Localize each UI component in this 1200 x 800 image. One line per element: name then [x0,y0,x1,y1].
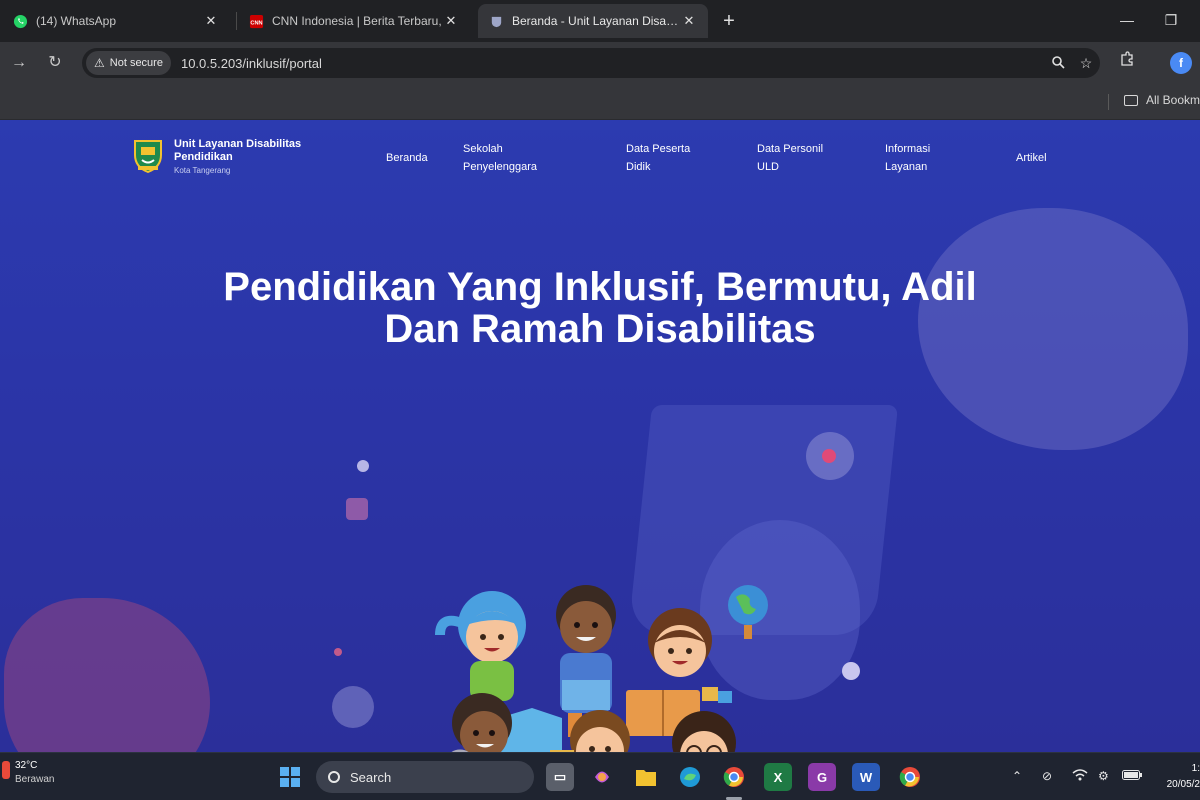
copilot-icon[interactable] [588,763,616,791]
extensions-icon[interactable] [1114,50,1140,76]
nav-sekolah-penyelenggara[interactable]: Sekolah Penyelenggara [463,140,563,176]
network-off-icon[interactable]: ⊘ [1042,769,1052,783]
edge-icon[interactable] [676,763,704,791]
children-reading-illustration [435,585,768,752]
system-clock[interactable]: 1: 20/05/2 [1156,761,1200,793]
tab-divider [236,12,237,30]
forward-icon[interactable]: → [6,50,32,76]
whatsapp-icon [12,13,28,29]
app-g-icon[interactable]: G [808,763,836,791]
temperature: 32°C [15,760,38,771]
url-text[interactable]: 10.0.5.203/inklusif/portal [181,56,1044,71]
taskbar-search[interactable]: Search [316,761,534,793]
all-bookmarks-button[interactable]: All Bookm [1124,93,1200,107]
city-emblem-icon [134,140,162,174]
decorative-dot [357,460,369,472]
show-hidden-icons[interactable]: ⌃ [1012,769,1022,783]
excel-icon[interactable]: X [764,763,792,791]
browser-tab-strip: (14) WhatsApp ✕ CNN CNN Indonesia | Beri… [0,0,1200,42]
bookmark-star-icon[interactable]: ☆ [1072,55,1100,72]
word-icon[interactable]: W [852,763,880,791]
chrome-profile-icon[interactable] [896,763,924,791]
tab-close-icon[interactable]: ✕ [202,13,220,29]
weather-icon [2,761,10,779]
tab-close-icon[interactable]: ✕ [442,13,460,29]
tab-title: CNN Indonesia | Berita Terbaru, [272,14,442,28]
hero-line-2: Dan Ramah Disabilitas [384,307,816,351]
nav-data-peserta-didik[interactable]: Data Peserta Didik [626,140,706,176]
bookmarks-divider [1108,94,1109,110]
target-icon [822,449,836,463]
decorative-blob [4,598,210,752]
logo-title: Unit Layanan Disabilitas Pendidikan [174,138,302,163]
chrome-icon[interactable] [720,763,748,791]
nav-data-personil-uld[interactable]: Data Personil ULD [757,140,833,176]
search-label: Search [350,769,392,785]
wifi-icon[interactable] [1072,769,1088,784]
task-view-icon[interactable]: ▭ [546,763,574,791]
tab-beranda[interactable]: Beranda - Unit Layanan Disabilit ✕ [478,4,708,38]
hero-heading: Pendidikan Yang Inklusif, Bermutu, Adil … [120,266,1080,350]
decorative-dot [842,662,860,680]
weather-condition: Berawan [15,774,55,785]
file-explorer-icon[interactable] [632,763,660,791]
tab-title: (14) WhatsApp [36,14,117,28]
weather-widget[interactable]: 32°C Berawan [2,759,54,787]
profile-avatar[interactable]: f [1170,52,1192,74]
folder-icon [1124,94,1138,106]
bookmarks-bar: All Bookm [0,84,1200,120]
restore-icon[interactable]: ❐ [1156,6,1186,34]
logo-subtitle: Kota Tangerang [174,166,231,175]
clock-time: 1: [1191,763,1200,774]
decorative-square [346,498,368,520]
zoom-icon[interactable] [1044,55,1072,72]
clock-date: 20/05/2 [1166,779,1200,790]
svg-text:CNN: CNN [250,20,262,26]
security-indicator[interactable]: ⚠ Not secure [86,51,171,75]
battery-icon[interactable] [1122,769,1142,783]
search-icon [328,771,340,783]
security-label: Not secure [109,57,163,69]
nav-informasi-layanan[interactable]: Informasi Layanan [885,140,947,176]
site-favicon-icon [488,13,504,29]
new-tab-button[interactable]: + [716,8,742,34]
hero-line-1: Pendidikan Yang Inklusif, Bermutu, Adil [223,265,977,309]
web-page: Unit Layanan Disabilitas Pendidikan Kota… [0,120,1200,752]
nav-beranda[interactable]: Beranda [386,149,428,167]
browser-toolbar: → ↻ ⚠ Not secure 10.0.5.203/inklusif/por… [0,42,1200,84]
start-icon[interactable] [276,763,304,791]
all-bookmarks-label: All Bookm [1146,93,1200,107]
decorative-circle [332,686,374,728]
minimize-icon[interactable]: — [1112,6,1142,34]
nav-artikel[interactable]: Artikel [1016,149,1047,167]
site-logo[interactable]: Unit Layanan Disabilitas Pendidikan Kota… [132,138,324,175]
reload-icon[interactable]: ↻ [42,50,68,76]
windows-taskbar: 32°C Berawan Search ▭ X G W ⌃ ⊘ ⚙ 1: 20/… [0,752,1200,800]
tab-cnn-indonesia[interactable]: CNN CNN Indonesia | Berita Terbaru, ✕ [238,4,470,38]
cnn-icon: CNN [248,13,264,29]
volume-icon[interactable]: ⚙ [1098,769,1109,783]
tab-title: Beranda - Unit Layanan Disabilit [512,14,680,28]
tab-whatsapp[interactable]: (14) WhatsApp ✕ [2,4,230,38]
warning-icon: ⚠ [94,56,105,70]
tab-close-icon[interactable]: ✕ [680,13,698,29]
decorative-dot [334,648,342,656]
address-bar[interactable]: ⚠ Not secure 10.0.5.203/inklusif/portal … [82,48,1100,78]
